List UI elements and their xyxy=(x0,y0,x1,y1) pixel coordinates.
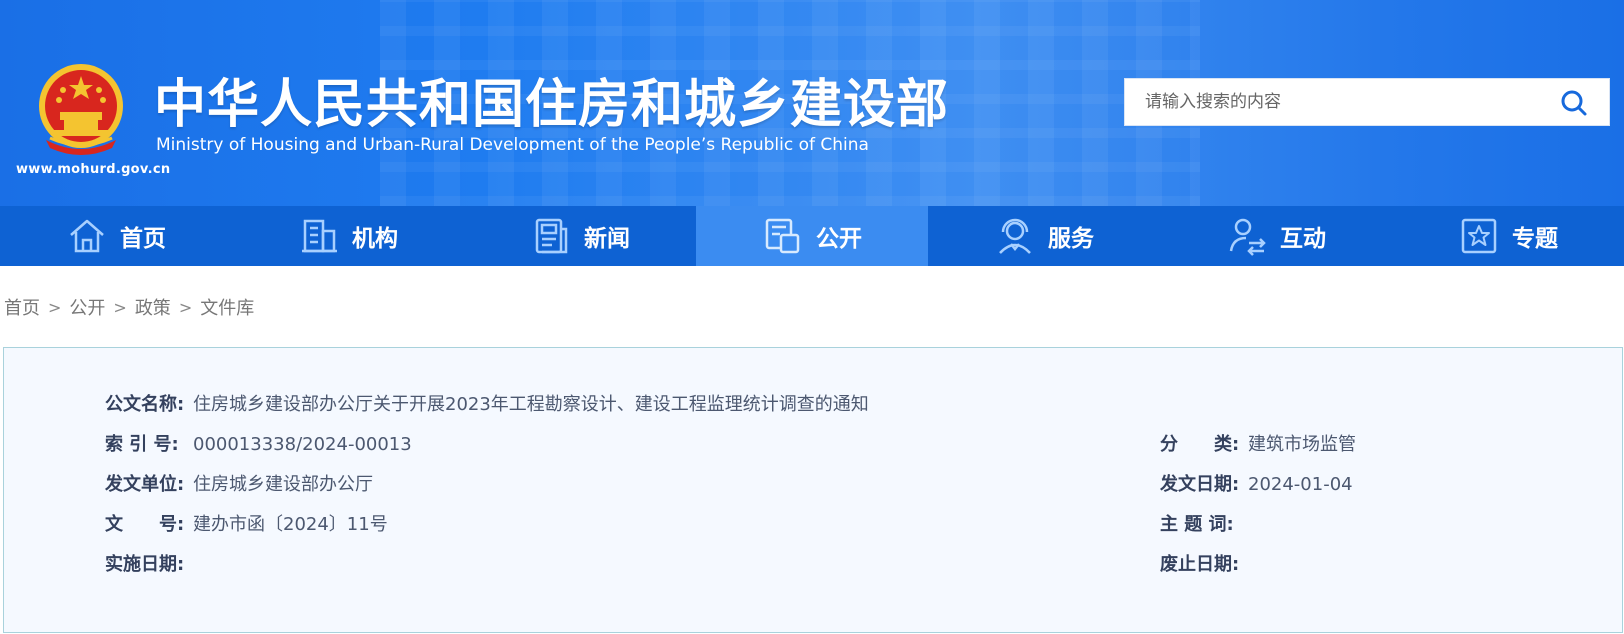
doc-index-value: 000013338/2024-00013 xyxy=(193,434,412,455)
home-icon xyxy=(70,219,104,253)
main-navigation: 首页 机构 新闻 公开 服务 互动 专题 xyxy=(0,206,1624,266)
newspaper-icon xyxy=(535,218,568,254)
nav-item-service[interactable]: 服务 xyxy=(928,206,1160,266)
doc-date-row: 发文日期: 2024-01-04 xyxy=(1160,470,1353,496)
doc-keywords-label: 主 题 词: xyxy=(1160,514,1234,535)
doc-category-row: 分 类: 建筑市场监管 xyxy=(1160,430,1356,456)
doc-date-label: 发文日期: xyxy=(1160,474,1240,495)
breadcrumb-file-library[interactable]: 文件库 xyxy=(200,294,254,320)
national-emblem-icon xyxy=(39,64,123,155)
document-icon xyxy=(765,218,800,254)
nav-label: 专题 xyxy=(1512,226,1558,252)
nav-label: 互动 xyxy=(1280,226,1326,252)
interaction-icon xyxy=(1229,218,1266,256)
site-header: www.mohurd.gov.cn 中华人民共和国住房和城乡建设部 Minist… xyxy=(0,0,1624,206)
doc-effective-label: 实施日期: xyxy=(105,554,185,575)
doc-keywords-row: 主 题 词: xyxy=(1160,510,1248,536)
doc-title-row: 公文名称: 住房城乡建设部办公厅关于开展2023年工程勘察设计、建设工程监理统计… xyxy=(105,390,869,416)
nav-label: 首页 xyxy=(120,226,166,252)
nav-item-news[interactable]: 新闻 xyxy=(464,206,696,266)
doc-number-row: 文 号: 建办市函〔2024〕11号 xyxy=(105,510,388,536)
doc-expiry-label: 废止日期: xyxy=(1160,554,1240,575)
star-topic-icon xyxy=(1461,218,1497,254)
site-title-english: Ministry of Housing and Urban-Rural Deve… xyxy=(156,135,869,155)
breadcrumb-separator: > xyxy=(48,297,62,317)
doc-date-value: 2024-01-04 xyxy=(1248,474,1353,495)
site-title-chinese: 中华人民共和国住房和城乡建设部 xyxy=(154,75,950,135)
document-info-panel: 公文名称: 住房城乡建设部办公厅关于开展2023年工程勘察设计、建设工程监理统计… xyxy=(3,347,1623,633)
doc-index-row: 索 引 号: 000013338/2024-00013 xyxy=(105,430,412,456)
doc-issuer-row: 发文单位: 住房城乡建设部办公厅 xyxy=(105,470,373,496)
doc-title-label: 公文名称: xyxy=(105,394,185,415)
breadcrumb-home[interactable]: 首页 xyxy=(4,294,40,320)
nav-label: 服务 xyxy=(1048,226,1094,252)
breadcrumb-separator: > xyxy=(113,297,127,317)
breadcrumb-separator: > xyxy=(178,297,193,317)
site-url: www.mohurd.gov.cn xyxy=(16,162,171,177)
nav-label: 新闻 xyxy=(584,226,630,252)
doc-expiry-row: 废止日期: xyxy=(1160,550,1248,576)
nav-item-topics[interactable]: 专题 xyxy=(1392,206,1624,266)
search-input[interactable] xyxy=(1125,79,1545,125)
search-box xyxy=(1124,78,1610,126)
breadcrumb-policy[interactable]: 政策 xyxy=(135,294,171,320)
doc-issuer-label: 发文单位: xyxy=(105,474,185,495)
search-icon[interactable] xyxy=(1559,88,1589,118)
doc-issuer-value: 住房城乡建设部办公厅 xyxy=(193,474,373,495)
breadcrumb: 首页 > 公开 > 政策 > 文件库 xyxy=(4,294,254,320)
nav-item-home[interactable]: 首页 xyxy=(0,206,232,266)
service-agent-icon xyxy=(999,218,1031,254)
doc-index-label: 索 引 号: xyxy=(105,434,179,455)
doc-number-label: 文 号: xyxy=(105,514,185,535)
nav-item-interaction[interactable]: 互动 xyxy=(1160,206,1392,266)
breadcrumb-public[interactable]: 公开 xyxy=(69,294,105,320)
doc-category-label: 分 类: xyxy=(1160,434,1240,455)
doc-title-value: 住房城乡建设部办公厅关于开展2023年工程勘察设计、建设工程监理统计调查的通知 xyxy=(193,394,869,415)
nav-label: 机构 xyxy=(352,226,398,252)
doc-number-value: 建办市函〔2024〕11号 xyxy=(193,514,388,535)
nav-label: 公开 xyxy=(816,226,862,252)
doc-category-value: 建筑市场监管 xyxy=(1248,434,1356,455)
nav-item-public[interactable]: 公开 xyxy=(696,206,928,266)
doc-effective-row: 实施日期: xyxy=(105,550,193,576)
nav-item-organization[interactable]: 机构 xyxy=(232,206,464,266)
building-icon xyxy=(302,219,337,253)
